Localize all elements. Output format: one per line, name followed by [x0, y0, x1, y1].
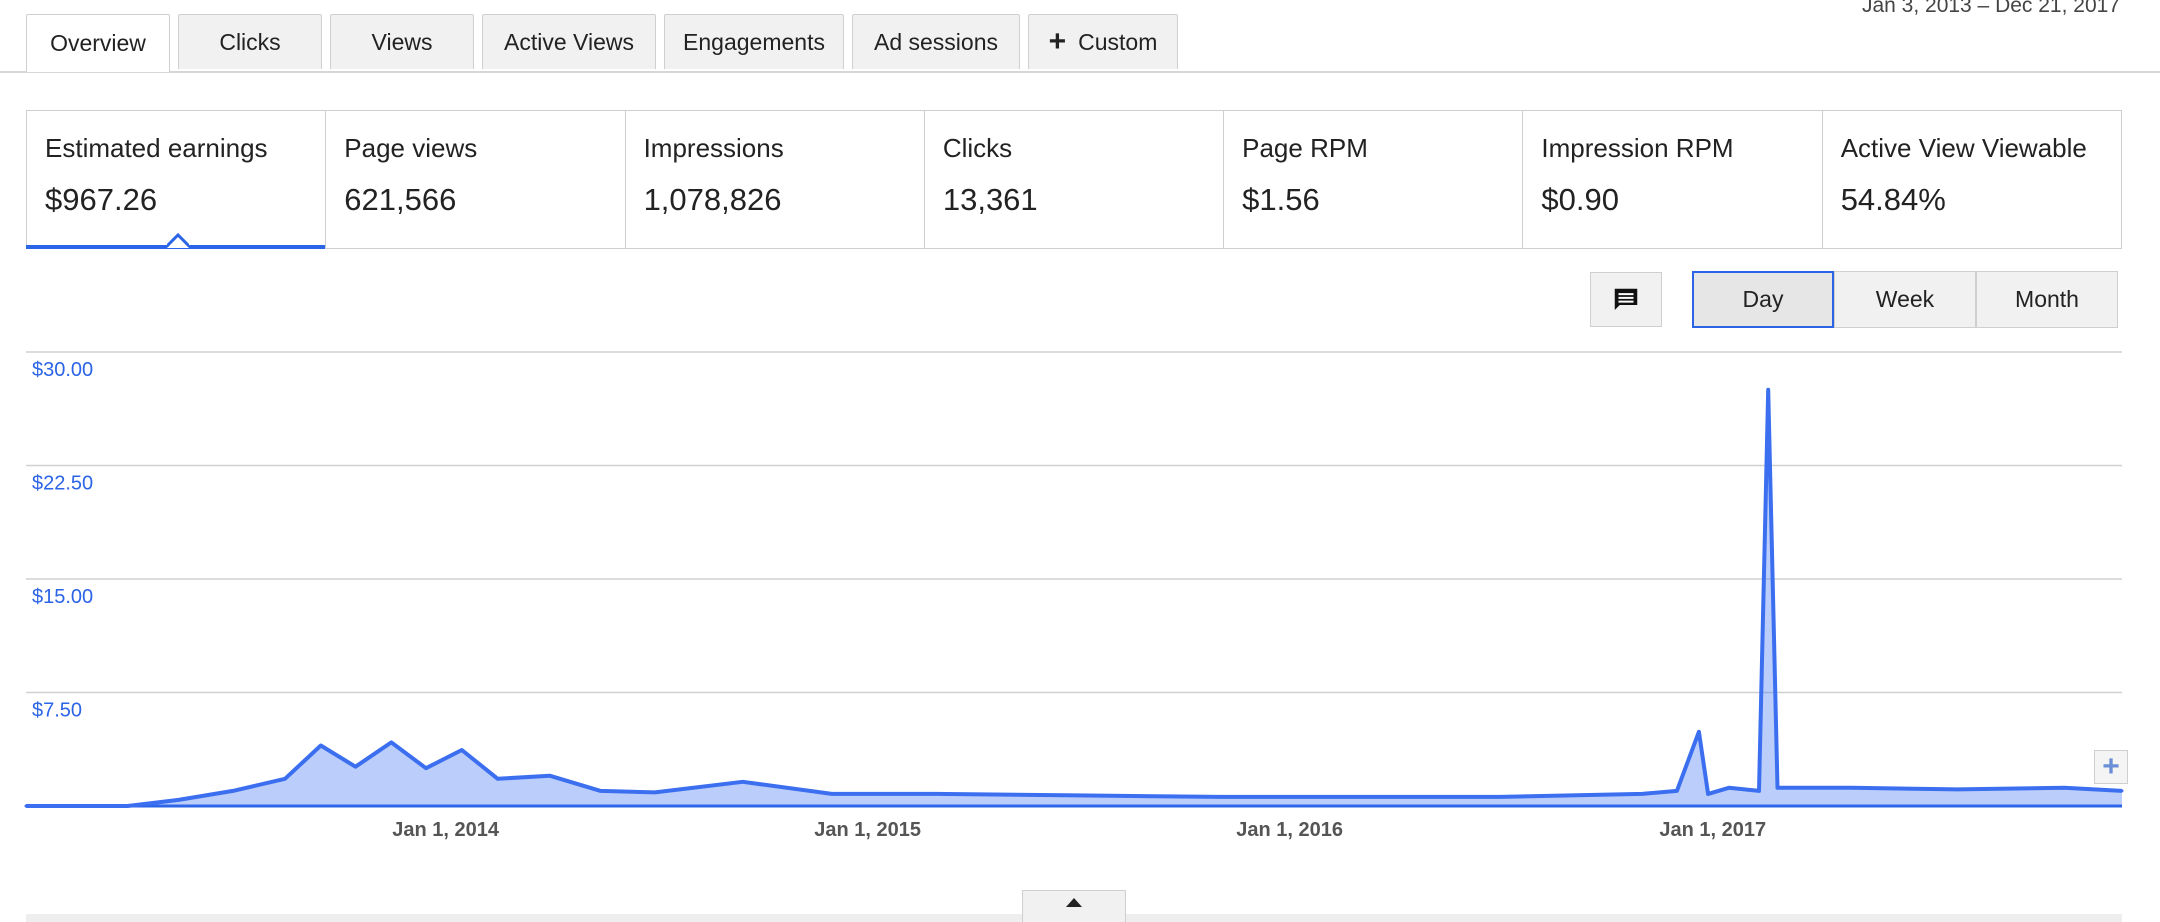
data-point — [424, 766, 428, 770]
metric-estimated-earnings[interactable]: Estimated earnings $967.26 — [26, 111, 327, 249]
metric-label: Page views — [344, 133, 478, 163]
data-point — [1727, 786, 1731, 790]
metric-label: Active View Viewable — [1840, 133, 2087, 163]
tab-label: Clicks — [219, 28, 281, 55]
data-point — [1357, 795, 1361, 799]
tab-views[interactable]: Views — [330, 14, 474, 69]
plus-icon: + — [2102, 750, 2120, 783]
metric-value: $1.56 — [1242, 182, 1320, 217]
metric-active-view-viewable[interactable]: Active View Viewable 54.84% — [1823, 111, 2121, 248]
data-point — [653, 790, 657, 794]
y-tick-label: $7.50 — [32, 700, 82, 722]
data-point — [177, 798, 181, 802]
data-point — [2120, 789, 2124, 793]
data-point — [741, 780, 745, 784]
metric-label: Clicks — [942, 133, 1013, 163]
metric-label: Impressions — [643, 133, 784, 163]
data-point — [319, 743, 323, 747]
metric-impression-rpm[interactable]: Impression RPM $0.90 — [1523, 111, 1823, 248]
data-point — [283, 777, 287, 781]
data-point — [934, 792, 938, 796]
metric-value: $0.90 — [1541, 182, 1619, 217]
metric-page-rpm[interactable]: Page RPM $1.56 — [1224, 111, 1524, 248]
data-point — [599, 789, 603, 793]
zoom-in-button[interactable]: + — [2094, 750, 2128, 784]
tab-custom[interactable]: + Custom — [1028, 14, 1178, 69]
x-tick-label: Jan 1, 2014 — [392, 819, 500, 840]
metric-impressions[interactable]: Impressions 1,078,826 — [626, 111, 925, 248]
metric-label: Impression RPM — [1541, 133, 1734, 163]
granularity-day-button[interactable]: Day — [1692, 271, 1834, 328]
x-tick-label: Jan 1, 2017 — [1659, 819, 1766, 840]
y-tick-label: $15.00 — [32, 586, 93, 608]
data-point — [24, 804, 28, 808]
data-point — [1675, 789, 1679, 793]
expand-details-button[interactable] — [1022, 890, 1126, 922]
tab-engagements[interactable]: Engagements — [664, 14, 844, 69]
metric-page-views[interactable]: Page views 621,566 — [326, 111, 626, 248]
data-point — [460, 748, 464, 752]
data-point — [126, 804, 130, 808]
tab-label: Views — [371, 28, 433, 55]
metric-value: 54.84% — [1840, 182, 1946, 217]
data-point — [548, 774, 552, 778]
data-point — [1640, 792, 1644, 796]
tab-label: Ad sessions — [873, 28, 998, 55]
data-point — [1697, 730, 1701, 734]
data-point — [1849, 786, 1853, 790]
y-tick-label: $30.00 — [32, 359, 93, 381]
x-tick-label: Jan 1, 2016 — [1236, 819, 1343, 840]
metric-cards: Estimated earnings $967.26 Page views 62… — [26, 110, 2122, 249]
data-point — [830, 792, 834, 796]
tab-label: Active Views — [504, 28, 634, 55]
report-tabs: Overview Clicks Views Active Views Engag… — [0, 14, 2160, 73]
data-point — [1766, 388, 1770, 392]
granularity-label: Month — [2015, 286, 2079, 312]
metric-clicks[interactable]: Clicks 13,361 — [925, 111, 1225, 248]
data-point — [496, 777, 500, 781]
granularity-week-button[interactable]: Week — [1834, 271, 1976, 328]
tab-label: Custom — [1078, 28, 1158, 55]
selected-caret-icon — [167, 232, 189, 248]
metric-value: $967.26 — [45, 182, 158, 217]
data-point — [231, 789, 235, 793]
data-point — [1217, 795, 1221, 799]
comment-icon — [1614, 288, 1638, 310]
data-point — [1706, 792, 1710, 796]
series-line — [26, 387, 2123, 808]
granularity-month-button[interactable]: Month — [1976, 271, 2118, 328]
annotations-button[interactable] — [1590, 272, 1662, 327]
data-point — [1498, 795, 1502, 799]
metric-value: 621,566 — [344, 182, 457, 217]
data-point — [353, 765, 357, 769]
tab-ad-sessions[interactable]: Ad sessions — [852, 14, 1020, 69]
tab-label: Engagements — [683, 28, 825, 55]
data-point — [389, 740, 393, 744]
metric-label: Estimated earnings — [45, 133, 268, 163]
x-tick-label: Jan 1, 2015 — [814, 819, 921, 840]
data-point — [1757, 789, 1761, 793]
caret-up-icon — [1066, 898, 1082, 907]
metric-value: 1,078,826 — [643, 182, 782, 217]
plus-icon: + — [1048, 25, 1067, 58]
granularity-label: Day — [1742, 286, 1784, 312]
earnings-chart[interactable]: $7.50 $15.00 $22.50 $30.00 Jan 1, 2014 Jan 1,… — [0, 340, 2160, 840]
data-point — [1075, 793, 1079, 797]
metric-label: Page RPM — [1242, 133, 1368, 163]
tab-active-views[interactable]: Active Views — [482, 14, 656, 69]
data-point — [1956, 787, 1960, 791]
granularity-label: Week — [1875, 286, 1935, 312]
data-point — [1775, 786, 1779, 790]
metric-value: 13,361 — [942, 182, 1038, 217]
tab-label: Overview — [50, 30, 146, 56]
y-tick-label: $22.50 — [32, 473, 93, 495]
series-area — [26, 389, 2122, 806]
data-point — [2062, 786, 2066, 790]
tab-overview[interactable]: Overview — [26, 14, 170, 72]
tab-clicks[interactable]: Clicks — [178, 14, 322, 69]
